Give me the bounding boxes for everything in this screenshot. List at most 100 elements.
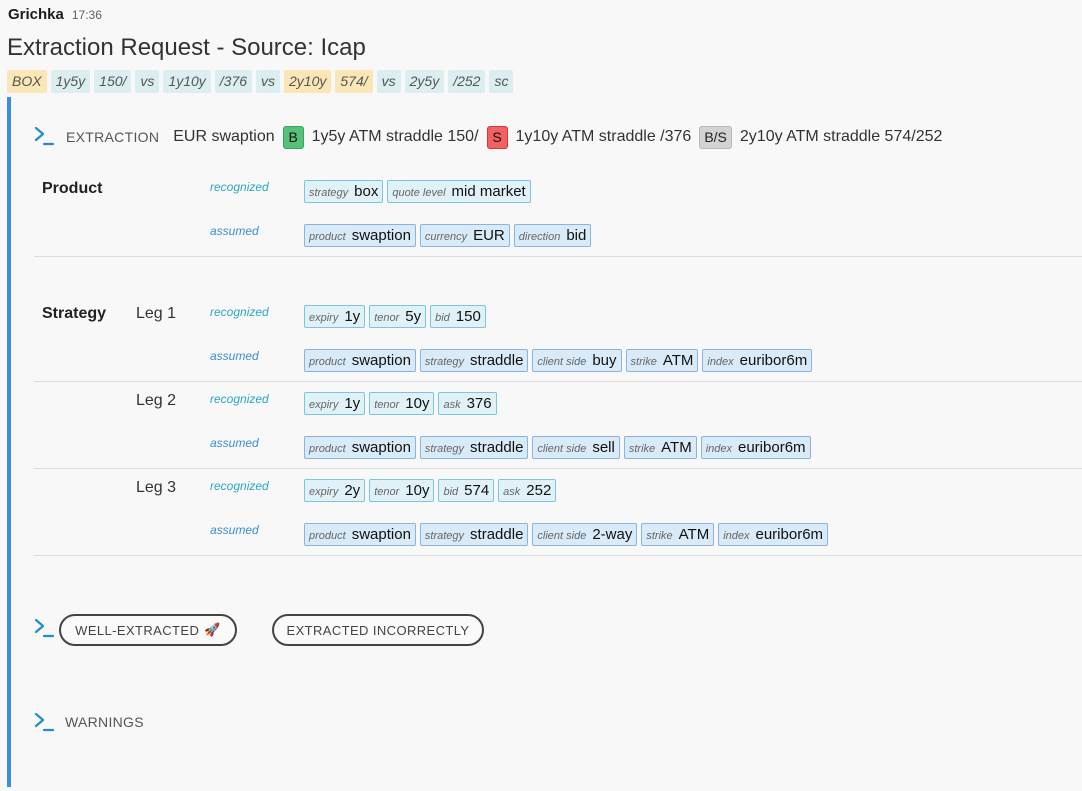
highlighted-token[interactable]: 1y5y xyxy=(50,70,91,93)
attribute-chip[interactable]: strike ATM xyxy=(623,436,697,459)
attribute-chip[interactable]: currency EUR xyxy=(419,224,510,247)
attribute-chip[interactable]: tenor 5y xyxy=(369,305,427,328)
attribute-chip[interactable]: expiry 1y xyxy=(304,305,366,328)
direction-badge: S xyxy=(486,125,508,149)
warnings-expand-icon[interactable] xyxy=(33,711,55,733)
attribute-chip[interactable]: strategy box xyxy=(304,180,384,203)
attribute-chip[interactable]: quote level mid market xyxy=(387,180,531,203)
attribute-chip[interactable]: direction bid xyxy=(513,224,592,247)
attribute-chip-key: index xyxy=(723,530,750,542)
attribute-chip-key: index xyxy=(707,356,734,368)
attachment-accent-bar xyxy=(7,97,11,787)
well-extracted-label: WELL-EXTRACTED xyxy=(75,622,200,638)
attribute-chip[interactable]: strategy straddle xyxy=(419,349,529,372)
attribute-chip[interactable]: index euribor6m xyxy=(718,523,829,546)
attribute-chip[interactable]: client side 2-way xyxy=(532,523,638,546)
highlighted-token[interactable]: BOX xyxy=(7,70,47,93)
leg-1-label: Leg 1 xyxy=(136,305,177,322)
leg-3-recognized-chips: expiry 2y tenor 10y bid 574 ask 252 xyxy=(304,479,557,502)
attribute-chip[interactable]: expiry 2y xyxy=(304,479,366,502)
attribute-chip-key: strategy xyxy=(424,356,465,368)
attribute-chip-value: swaption xyxy=(351,439,411,456)
page-title: Extraction Request - Source: Icap xyxy=(7,34,366,61)
highlighted-token[interactable]: /376 xyxy=(214,70,253,93)
product-section-label: Product xyxy=(42,180,103,197)
attribute-chip-value: ATM xyxy=(678,526,710,543)
attribute-chip[interactable]: product swaption xyxy=(304,436,416,459)
token-row: BOX 1y5y 150/vs 1y10y/376 vs 2y10y 574/vs 2y5y /… xyxy=(7,70,514,93)
attribute-chip[interactable]: strike ATM xyxy=(625,349,699,372)
attribute-chip[interactable]: expiry 1y xyxy=(304,392,366,415)
attribute-chip[interactable]: ask 252 xyxy=(498,479,557,502)
leg-3-assumed-chips: product swaption strategy straddle client si… xyxy=(304,523,829,546)
attribute-chip-key: expiry xyxy=(309,399,339,411)
highlighted-token[interactable]: 1y10y xyxy=(163,70,211,93)
attribute-chip[interactable]: tenor 10y xyxy=(369,392,435,415)
message-timestamp[interactable]: 17:36 xyxy=(72,8,102,22)
attribute-chip-key: strategy xyxy=(424,443,465,455)
message-header: Grichka 17:36 xyxy=(8,6,102,26)
leg-summary-text: 2y10y ATM straddle 574/252 xyxy=(739,128,943,145)
divider xyxy=(34,555,1082,556)
attribute-chip[interactable]: product swaption xyxy=(304,224,416,247)
author-name[interactable]: Grichka xyxy=(8,6,64,23)
well-extracted-button[interactable]: WELL-EXTRACTED 🚀 xyxy=(59,614,237,646)
attribute-chip[interactable]: client side buy xyxy=(532,349,622,372)
attribute-chip-value: 150 xyxy=(455,308,481,325)
highlighted-token[interactable]: 150/ xyxy=(94,70,132,93)
highlighted-token[interactable]: vs xyxy=(376,70,401,93)
leg-1-recognized-chips: expiry 1y tenor 5y bid 150 xyxy=(304,305,486,328)
attribute-chip[interactable]: strategy straddle xyxy=(419,436,529,459)
leg-3-assumed-label: assumed xyxy=(210,523,259,537)
highlighted-token[interactable]: sc xyxy=(489,70,514,93)
attribute-chip-key: currency xyxy=(424,231,468,243)
attribute-chip-value: euribor6m xyxy=(738,439,806,456)
extracted-incorrectly-label: EXTRACTED INCORRECTLY xyxy=(286,622,470,638)
leg-3-recognized-label: recognized xyxy=(210,479,269,493)
attribute-chip-value: ATM xyxy=(662,352,694,369)
attribute-chip-value: 10y xyxy=(405,395,430,412)
attribute-chip-value: swaption xyxy=(351,227,411,244)
leg-summary-text: 1y10y ATM straddle /376 xyxy=(515,128,692,145)
divider xyxy=(34,256,1082,257)
direction-badge: B xyxy=(282,125,304,149)
attribute-chip-value: box xyxy=(354,183,379,200)
attribute-chip-value: swaption xyxy=(351,352,411,369)
leg-1-assumed-label: assumed xyxy=(210,349,259,363)
extracted-incorrectly-button[interactable]: EXTRACTED INCORRECTLY xyxy=(272,614,484,646)
attribute-chip[interactable]: tenor 10y xyxy=(369,479,435,502)
highlighted-token[interactable]: vs xyxy=(256,70,281,93)
attribute-chip-value: 252 xyxy=(526,482,552,499)
attribute-chip[interactable]: bid 150 xyxy=(430,305,486,328)
highlighted-token[interactable]: 2y10y xyxy=(284,70,332,93)
highlighted-token[interactable]: 574/ xyxy=(335,70,373,93)
attribute-chip[interactable]: strategy straddle xyxy=(419,523,529,546)
attribute-chip[interactable]: client side sell xyxy=(532,436,620,459)
attribute-chip-key: product xyxy=(309,530,346,542)
warnings-label[interactable]: WARNINGS xyxy=(65,714,144,730)
feedback-expand-icon[interactable] xyxy=(33,617,55,639)
extraction-expand-icon[interactable] xyxy=(33,125,55,147)
highlighted-token[interactable]: 2y5y xyxy=(404,70,445,93)
highlighted-token[interactable]: vs xyxy=(135,70,160,93)
attribute-chip-key: direction xyxy=(518,231,561,243)
product-recognized-label: recognized xyxy=(210,180,269,194)
product-recognized-chips: strategy box quote level mid market xyxy=(304,180,531,203)
attribute-chip[interactable]: index euribor6m xyxy=(700,436,811,459)
attribute-chip-key: product xyxy=(309,231,346,243)
attribute-chip[interactable]: bid 574 xyxy=(438,479,495,502)
attribute-chip-value: euribor6m xyxy=(755,526,824,543)
attribute-chip-value: ATM xyxy=(661,439,692,456)
attribute-chip-key: client side xyxy=(537,443,587,455)
highlighted-token[interactable]: /252 xyxy=(448,70,486,93)
attribute-chip[interactable]: product swaption xyxy=(304,523,416,546)
attribute-chip-key: client side xyxy=(537,530,587,542)
attribute-chip[interactable]: product swaption xyxy=(304,349,416,372)
attribute-chip-key: strike xyxy=(630,356,657,368)
direction-badge: B/S xyxy=(699,125,732,149)
attribute-chip[interactable]: strike ATM xyxy=(641,523,715,546)
attribute-chip[interactable]: ask 376 xyxy=(438,392,497,415)
leg-1-recognized-label: recognized xyxy=(210,305,269,319)
leg-1-assumed-chips: product swaption strategy straddle client si… xyxy=(304,349,813,372)
attribute-chip[interactable]: index euribor6m xyxy=(702,349,813,372)
